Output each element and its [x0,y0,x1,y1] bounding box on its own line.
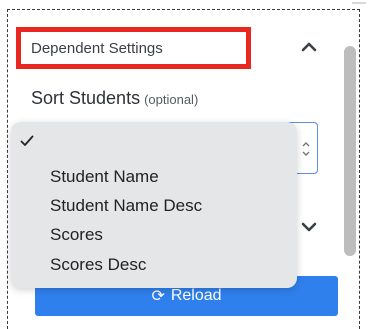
section-title: Dependent Settings [31,39,163,57]
chevron-down-icon[interactable] [296,217,322,237]
refresh-icon: ⟳ [151,288,165,305]
section-header-dependent-settings[interactable]: Dependent Settings [16,27,251,69]
option-student-name[interactable]: Student Name [50,167,159,187]
checkmark-icon [20,135,34,146]
top-edge-mark [352,2,366,4]
option-scores[interactable]: Scores [50,225,103,245]
sort-options-dropdown[interactable]: Student Name Student Name Desc Scores Sc… [11,122,297,288]
option-scores-desc[interactable]: Scores Desc [50,255,146,275]
sort-students-label: Sort Students (optional) [31,88,198,109]
option-student-name-desc[interactable]: Student Name Desc [50,196,202,216]
sort-students-label-text: Sort Students [31,88,141,108]
optional-hint: (optional) [144,92,199,107]
reload-label: Reload [170,287,222,304]
scrollbar-thumb[interactable] [344,46,356,256]
updown-arrows-icon [302,142,310,156]
chevron-up-icon[interactable] [296,37,322,57]
